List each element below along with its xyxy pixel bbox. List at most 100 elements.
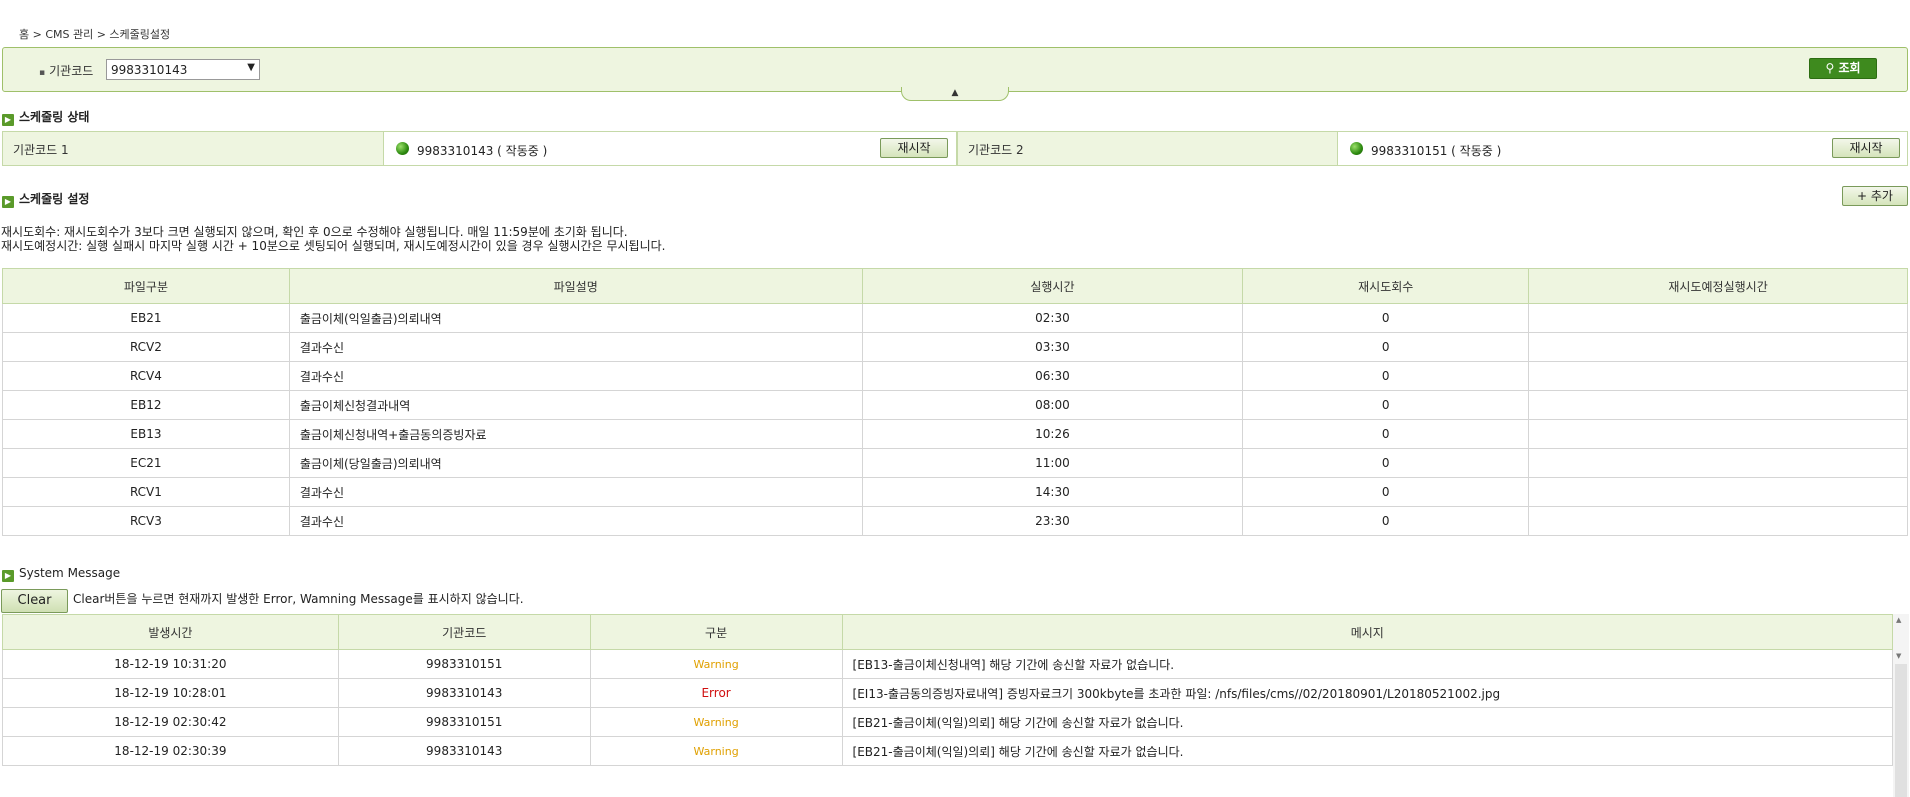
status-led-icon [396, 142, 409, 155]
table-row[interactable]: EB13 출금이체신청내역+출금동의증빙자료 10:26 0 [2, 419, 1908, 449]
message-scrollbar[interactable]: ▲ ▼ [1893, 614, 1909, 797]
table-row[interactable]: RCV3 결과수신 23:30 0 [2, 506, 1908, 536]
restart-button-1[interactable]: 재시작 [880, 138, 948, 158]
schedule-notes: 재시도회수: 재시도회수가 3보다 크면 실행되지 않으며, 확인 후 0으로 … [1, 225, 665, 253]
cell-run-time: 03:30 [861, 332, 1244, 362]
cell-run-time: 08:00 [861, 390, 1244, 420]
clear-button[interactable]: Clear [1, 589, 68, 613]
status-value-1: 9983310143 ( 작동중 ) [385, 132, 956, 165]
cell-category: Warning [589, 736, 843, 766]
cell-file-desc: 결과수신 [288, 332, 863, 362]
table-row[interactable]: RCV2 결과수신 03:30 0 [2, 332, 1908, 362]
cell-occurred-time: 18-12-19 10:31:20 [2, 649, 339, 679]
scroll-thumb[interactable] [1895, 664, 1907, 797]
chevron-up-icon: ▲ [951, 88, 959, 98]
table-row[interactable]: 18-12-19 02:30:39 9983310143 Warning [EB21-… [2, 736, 1894, 766]
cell-run-time: 11:00 [861, 448, 1244, 478]
section-arrow-icon: ▶ [2, 570, 14, 582]
schedule-header-row: 파일구분 파일설명 실행시간 재시도회수 재시도예정실행시간 [2, 268, 1908, 304]
status-led-icon [1350, 142, 1363, 155]
col-file-desc: 파일설명 [288, 268, 863, 304]
cell-category: Warning [589, 707, 843, 737]
cell-run-time: 14:30 [861, 477, 1244, 507]
cell-file-desc: 출금이체(당일출금)의뢰내역 [288, 448, 863, 478]
cell-category: Error [589, 678, 843, 708]
cell-message: [EB13-출금이체신청내역] 해당 기간에 송신할 자료가 없습니다. [841, 649, 1894, 679]
cell-run-time: 10:26 [861, 419, 1244, 449]
cell-retry-scheduled [1528, 361, 1908, 391]
section-arrow-icon: ▶ [2, 196, 14, 208]
cell-file-desc: 결과수신 [288, 361, 863, 391]
add-button[interactable]: + 추가 [1842, 186, 1908, 206]
section-title-system: ▶ System Message [2, 566, 120, 582]
table-row[interactable]: 18-12-19 10:31:20 9983310151 Warning [EB13-… [2, 649, 1894, 679]
scroll-down-icon[interactable]: ▼ [1896, 652, 1901, 660]
cell-file-desc: 결과수신 [288, 506, 863, 536]
cell-retry-count: 0 [1242, 390, 1530, 420]
cell-retry-count: 0 [1242, 448, 1530, 478]
cell-run-time: 23:30 [861, 506, 1244, 536]
restart-button-2[interactable]: 재시작 [1832, 138, 1900, 158]
status-box-1: 기관코드 1 9983310143 ( 작동중 ) 재시작 [2, 131, 957, 166]
system-header-row: 발생시간 기관코드 구분 메시지 [2, 614, 1894, 650]
search-button[interactable]: ⚲ 조회 [1809, 58, 1877, 79]
status-label-2: 기관코드 2 [958, 132, 1338, 165]
cell-retry-count: 0 [1242, 361, 1530, 391]
cell-category: Warning [589, 649, 843, 679]
institution-code-label: ▪ 기관코드 [39, 64, 94, 78]
cell-retry-count: 0 [1242, 477, 1530, 507]
status-label-1: 기관코드 1 [3, 132, 384, 165]
cell-retry-scheduled [1528, 390, 1908, 420]
status-box-2: 기관코드 2 9983310151 ( 작동중 ) 재시작 [957, 131, 1908, 166]
table-row[interactable]: 18-12-19 10:28:01 9983310143 Error [EI13-출금… [2, 678, 1894, 708]
section-title-schedule: ▶ 스케줄링 설정 [2, 190, 89, 208]
cell-file-desc: 출금이체신청내역+출금동의증빙자료 [288, 419, 863, 449]
note-retry-count: 재시도회수: 재시도회수가 3보다 크면 실행되지 않으며, 확인 후 0으로 … [1, 225, 628, 239]
scroll-up-icon[interactable]: ▲ [1896, 616, 1901, 624]
table-row[interactable]: EC21 출금이체(당일출금)의뢰내역 11:00 0 [2, 448, 1908, 478]
cell-occurred-time: 18-12-19 10:28:01 [2, 678, 339, 708]
table-row[interactable]: EB12 출금이체신청결과내역 08:00 0 [2, 390, 1908, 420]
cell-retry-scheduled [1528, 332, 1908, 362]
cell-file-desc: 출금이체(익일출금)의뢰내역 [288, 303, 863, 333]
cell-file-type: RCV3 [2, 506, 290, 536]
cell-file-type: RCV4 [2, 361, 290, 391]
cell-file-type: RCV2 [2, 332, 290, 362]
col-file-type: 파일구분 [2, 268, 290, 304]
system-message-table: 발생시간 기관코드 구분 메시지 18-12-19 10:31:20 998331… [2, 614, 1894, 766]
table-row[interactable]: RCV4 결과수신 06:30 0 [2, 361, 1908, 391]
warning-badge: Warning [693, 658, 739, 671]
table-row[interactable]: RCV1 결과수신 14:30 0 [2, 477, 1908, 507]
collapse-toggle[interactable]: ▲ [901, 87, 1009, 101]
dropdown-arrow-icon: ▼ [247, 62, 255, 73]
breadcrumb: 홈 > CMS 관리 > 스케줄링설정 [19, 28, 171, 41]
cell-file-desc: 출금이체신청결과내역 [288, 390, 863, 420]
cell-occurred-time: 18-12-19 02:30:42 [2, 707, 339, 737]
col-retry-count: 재시도회수 [1242, 268, 1530, 304]
cell-file-type: EC21 [2, 448, 290, 478]
cell-file-type: EB21 [2, 303, 290, 333]
table-row[interactable]: EB21 출금이체(익일출금)의뢰내역 02:30 0 [2, 303, 1908, 333]
section-title-status: ▶ 스케줄링 상태 [2, 108, 89, 126]
cell-retry-scheduled [1528, 506, 1908, 536]
cell-institution-code: 9983310151 [337, 649, 591, 679]
cell-file-type: EB13 [2, 419, 290, 449]
cell-message: [EB21-출금이체(익일)의뢰] 해당 기간에 송신할 자료가 없습니다. [841, 736, 1894, 766]
note-retry-time: 재시도예정시간: 실행 실패시 마지막 실행 시간 + 10분으로 셋팅되어 실… [1, 239, 666, 253]
cell-retry-scheduled [1528, 448, 1908, 478]
cell-message: [EB21-출금이체(익일)의뢰] 해당 기간에 송신할 자료가 없습니다. [841, 707, 1894, 737]
warning-badge: Warning [693, 745, 739, 758]
cell-retry-scheduled [1528, 477, 1908, 507]
col-category: 구분 [589, 614, 843, 650]
schedule-table: 파일구분 파일설명 실행시간 재시도회수 재시도예정실행시간 EB21 출금이체(… [2, 268, 1908, 536]
col-occurred-time: 발생시간 [2, 614, 339, 650]
col-message: 메시지 [841, 614, 1894, 650]
cell-message: [EI13-출금동의증빙자료내역] 증빙자료크기 300kbyte를 초과한 파… [841, 678, 1894, 708]
cell-institution-code: 9983310143 [337, 736, 591, 766]
cell-occurred-time: 18-12-19 02:30:39 [2, 736, 339, 766]
institution-code-select[interactable]: 9983310143 ▼ [106, 59, 260, 80]
col-run-time: 실행시간 [861, 268, 1244, 304]
error-badge: Error [701, 686, 731, 700]
table-row[interactable]: 18-12-19 02:30:42 9983310151 Warning [EB21-… [2, 707, 1894, 737]
bullet-icon: ▪ [39, 68, 46, 78]
